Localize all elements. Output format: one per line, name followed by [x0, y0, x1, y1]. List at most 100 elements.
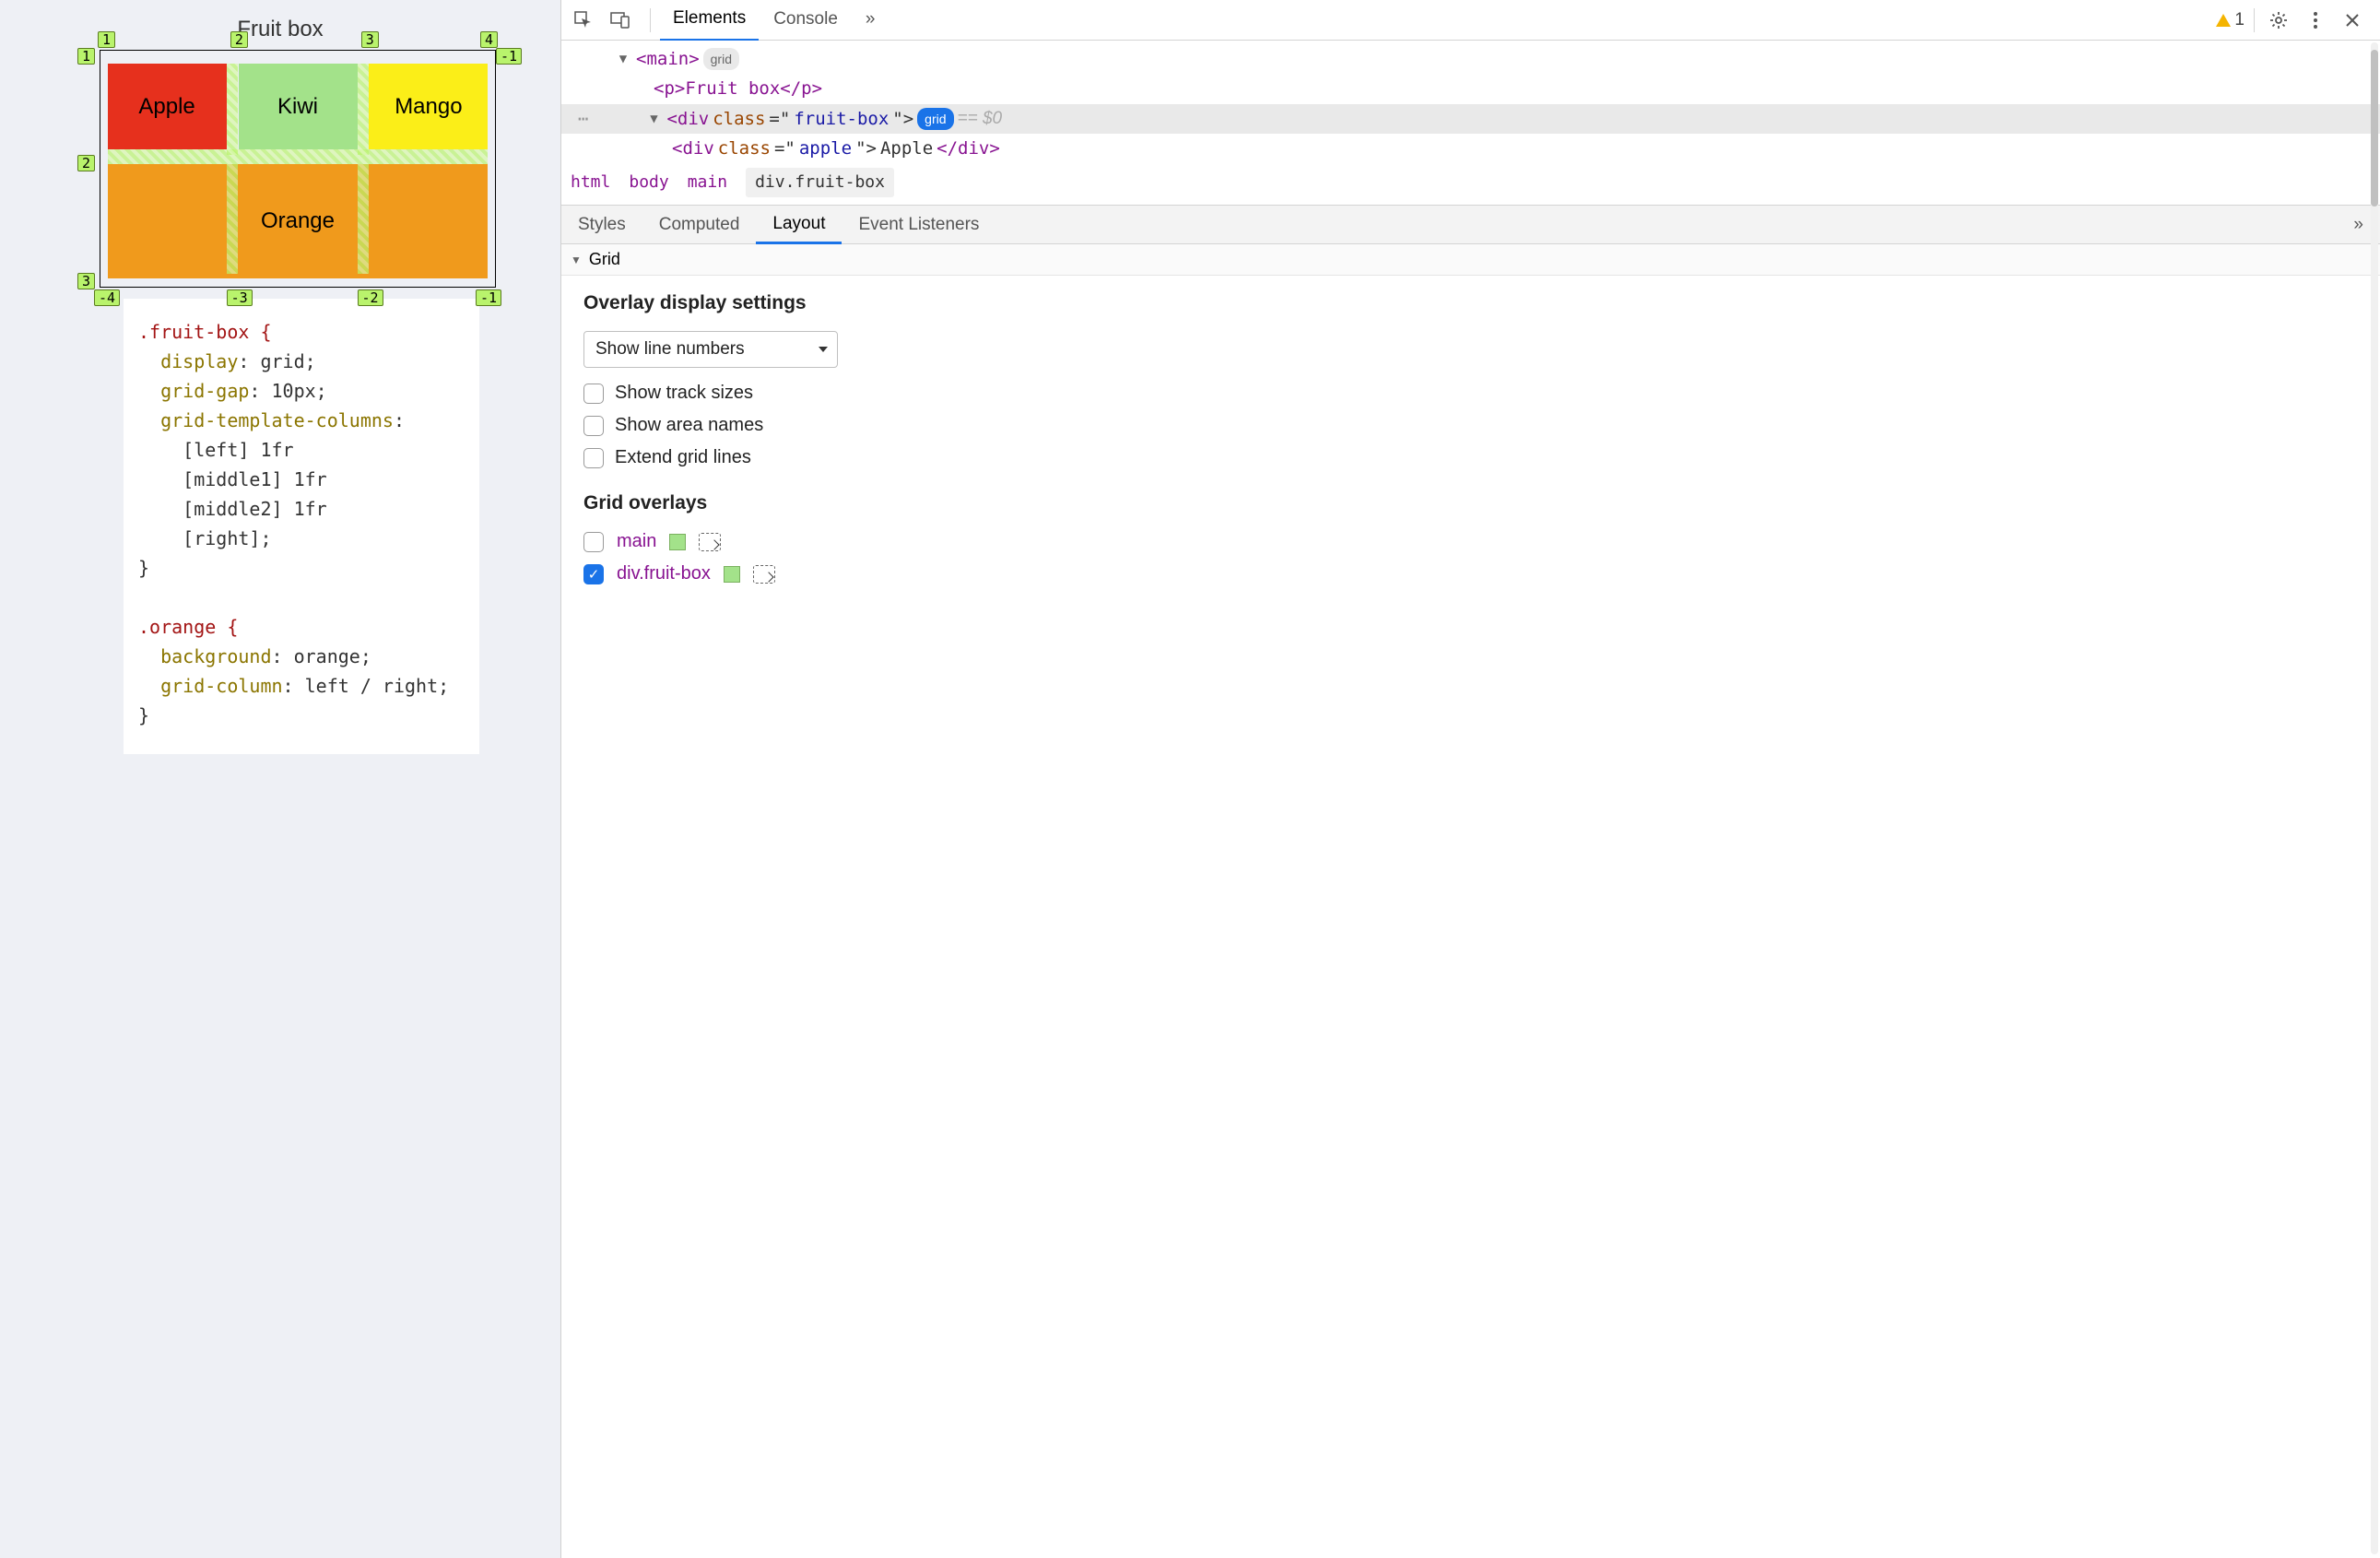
devtools-toolbar: Elements Console » 1: [561, 0, 2380, 41]
code-prop: grid-gap: [138, 380, 249, 402]
dom-text: ">: [892, 105, 913, 133]
grid-line-number: -2: [358, 289, 383, 306]
tab-elements[interactable]: Elements: [660, 0, 759, 41]
close-icon[interactable]: [2338, 6, 2367, 35]
code-val: :: [394, 409, 405, 431]
code-val: : orange;: [272, 645, 371, 667]
grid-badge[interactable]: grid: [917, 108, 953, 130]
code-val: : left / right;: [283, 675, 450, 697]
dom-tree[interactable]: ▼ <main> grid <p>Fruit box</p> ⋯ ▼ <div …: [561, 41, 2380, 206]
checkbox-icon[interactable]: [583, 416, 604, 436]
expand-arrow-icon[interactable]: ▼: [617, 49, 630, 69]
code-brace: }: [138, 704, 149, 726]
element-reveal-icon[interactable]: [699, 533, 721, 551]
separator: [2254, 8, 2255, 32]
scrollbar-thumb[interactable]: [2371, 50, 2378, 207]
track-sizes-option[interactable]: Show track sizes: [583, 383, 2358, 404]
checkbox-icon[interactable]: [583, 532, 604, 552]
warning-icon: [2216, 14, 2231, 27]
dom-node-main[interactable]: ▼ <main> grid: [561, 44, 2380, 74]
dom-node-p[interactable]: <p>Fruit box</p>: [561, 74, 2380, 103]
page-title: Fruit box: [0, 17, 560, 42]
code-selector: .orange {: [138, 616, 238, 638]
dom-text: =": [769, 105, 790, 133]
checkbox-icon[interactable]: [583, 448, 604, 468]
dom-tag: <main>: [636, 45, 700, 73]
option-label: Show track sizes: [615, 383, 753, 404]
grid-gap-vertical: [358, 164, 370, 274]
line-numbers-select[interactable]: Show line numbers: [583, 331, 838, 368]
code-val: : 10px;: [249, 380, 326, 402]
grid-line-number: 3: [361, 31, 379, 48]
grid-overlay-item-main[interactable]: main: [583, 531, 2358, 552]
code-val: [middle1] 1fr: [138, 468, 327, 490]
grid-line-number: 1: [98, 31, 115, 48]
dom-gutter-dots-icon[interactable]: ⋯: [578, 105, 590, 133]
tab-styles[interactable]: Styles: [561, 207, 642, 242]
breadcrumb-item[interactable]: main: [688, 170, 727, 196]
grid-line-number: -1: [476, 289, 501, 306]
sidebar-tabs: Styles Computed Layout Event Listeners »: [561, 206, 2380, 244]
layout-panel-body: Overlay display settings Show line numbe…: [561, 276, 2380, 612]
inspect-icon[interactable]: [569, 6, 598, 35]
grid-gap-vertical: [227, 64, 239, 154]
dom-attr-name: class: [713, 105, 765, 133]
color-swatch[interactable]: [724, 566, 740, 583]
grid-overlay-item-fruitbox[interactable]: ✓ div.fruit-box: [583, 563, 2358, 584]
grid-cell-kiwi: Kiwi: [239, 64, 358, 149]
collapse-arrow-icon: ▼: [571, 254, 582, 266]
warning-badge[interactable]: 1: [2216, 10, 2245, 30]
devtools-pane: Elements Console » 1 ▼ <main> grid <p>Fr…: [560, 0, 2380, 1558]
kebab-menu-icon[interactable]: [2301, 6, 2330, 35]
tab-console[interactable]: Console: [760, 0, 851, 40]
grid-line-number: -4: [94, 289, 120, 306]
grid-gap-horizontal: [108, 149, 489, 163]
dom-node-apple[interactable]: <div class="apple">Apple</div>: [561, 134, 2380, 163]
grid-cell-mango: Mango: [369, 64, 488, 149]
dom-attr-name: class: [718, 135, 771, 162]
dom-text: Apple: [880, 135, 933, 162]
tab-event-listeners[interactable]: Event Listeners: [842, 207, 996, 242]
rendered-page-pane: Fruit box Apple Kiwi Mango Orange 1 2 3 …: [0, 0, 560, 1558]
dom-text: ">: [855, 135, 877, 162]
area-names-option[interactable]: Show area names: [583, 415, 2358, 436]
tab-more[interactable]: »: [853, 0, 889, 40]
checkbox-icon[interactable]: ✓: [583, 564, 604, 584]
grid-line-number: 2: [230, 31, 248, 48]
grid-line-number: 1: [77, 48, 95, 65]
grid-badge[interactable]: grid: [703, 48, 739, 70]
color-swatch[interactable]: [669, 534, 686, 550]
dom-tag: <p>Fruit box</p>: [654, 75, 822, 102]
grid-line-number: 4: [480, 31, 498, 48]
separator: [650, 8, 651, 32]
device-toggle-icon[interactable]: [606, 6, 635, 35]
grid-line-number: 2: [77, 155, 95, 171]
scrollbar[interactable]: [2371, 42, 2378, 1554]
extend-lines-option[interactable]: Extend grid lines: [583, 447, 2358, 468]
code-prop: display: [138, 350, 238, 372]
breadcrumb-item[interactable]: body: [629, 170, 668, 196]
tab-computed[interactable]: Computed: [642, 207, 757, 242]
code-val: [left] 1fr: [138, 439, 294, 461]
option-label: Show area names: [615, 415, 763, 436]
grid-line-number: -3: [227, 289, 253, 306]
dom-tag: <div: [666, 105, 709, 133]
tab-layout[interactable]: Layout: [756, 207, 842, 244]
section-grid-header[interactable]: ▼ Grid: [561, 244, 2380, 276]
dom-node-fruitbox[interactable]: ⋯ ▼ <div class="fruit-box"> grid == $0: [561, 104, 2380, 134]
warning-count: 1: [2234, 10, 2245, 30]
code-val: : grid;: [238, 350, 315, 372]
breadcrumb-item[interactable]: html: [571, 170, 610, 196]
gear-icon[interactable]: [2264, 6, 2293, 35]
grid-cell-apple: Apple: [108, 64, 227, 149]
grid-cell-orange: Orange: [108, 164, 489, 278]
section-title: Grid: [589, 250, 620, 269]
breadcrumb-item[interactable]: div.fruit-box: [746, 168, 894, 198]
overlay-label: main: [617, 531, 656, 552]
code-prop: grid-column: [138, 675, 283, 697]
grid-overlay-area: Apple Kiwi Mango Orange 1 2 3 4 1 2 3 -1…: [100, 50, 496, 288]
grid-line-number: -1: [496, 48, 522, 65]
checkbox-icon[interactable]: [583, 384, 604, 404]
expand-arrow-icon[interactable]: ▼: [647, 109, 660, 129]
element-reveal-icon[interactable]: [753, 565, 775, 584]
